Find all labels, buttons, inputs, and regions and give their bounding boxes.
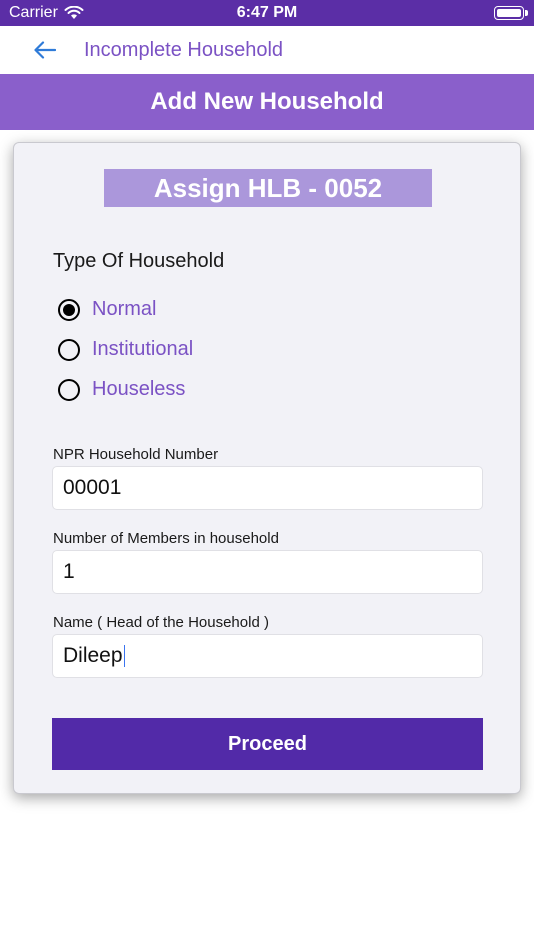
radio-unselected-icon[interactable] xyxy=(58,338,80,361)
text-cursor xyxy=(123,645,126,667)
arrow-left-icon xyxy=(34,41,56,59)
head-name-label: Name ( Head of the Household ) xyxy=(53,614,269,631)
members-count-value: 1 xyxy=(63,560,75,583)
navigation-bar: Incomplete Household xyxy=(0,26,534,74)
household-form-card: Assign HLB - 0052 Type Of Household Norm… xyxy=(13,142,521,794)
hlb-badge: Assign HLB - 0052 xyxy=(104,169,432,207)
radio-option-normal[interactable]: Normal xyxy=(58,298,156,321)
back-button[interactable] xyxy=(30,36,60,64)
radio-label-houseless: Houseless xyxy=(92,378,186,400)
status-time: 6:47 PM xyxy=(236,4,298,21)
radio-selected-icon[interactable] xyxy=(58,298,80,321)
npr-number-field[interactable]: 00001 xyxy=(52,466,483,510)
head-name-field[interactable]: Dileep xyxy=(52,634,483,678)
npr-number-value: 00001 xyxy=(63,476,122,499)
radio-label-institutional: Institutional xyxy=(92,338,194,360)
radio-option-houseless[interactable]: Houseless xyxy=(58,378,185,401)
radio-option-institutional[interactable]: Institutional xyxy=(58,338,193,361)
page-title: Add New Household xyxy=(0,74,534,130)
head-name-value: Dileep xyxy=(63,644,123,667)
radio-unselected-icon[interactable] xyxy=(58,378,80,401)
members-count-label: Number of Members in household xyxy=(53,530,279,547)
members-count-field[interactable]: 1 xyxy=(52,550,483,594)
proceed-button[interactable]: Proceed xyxy=(52,718,483,770)
nav-title: Incomplete Household xyxy=(84,39,284,61)
radio-label-normal: Normal xyxy=(92,298,157,320)
npr-number-label: NPR Household Number xyxy=(53,446,219,463)
battery-icon xyxy=(494,6,528,20)
household-type-label: Type Of Household xyxy=(53,250,225,272)
status-bar: Carrier 6:47 PM xyxy=(0,0,534,26)
